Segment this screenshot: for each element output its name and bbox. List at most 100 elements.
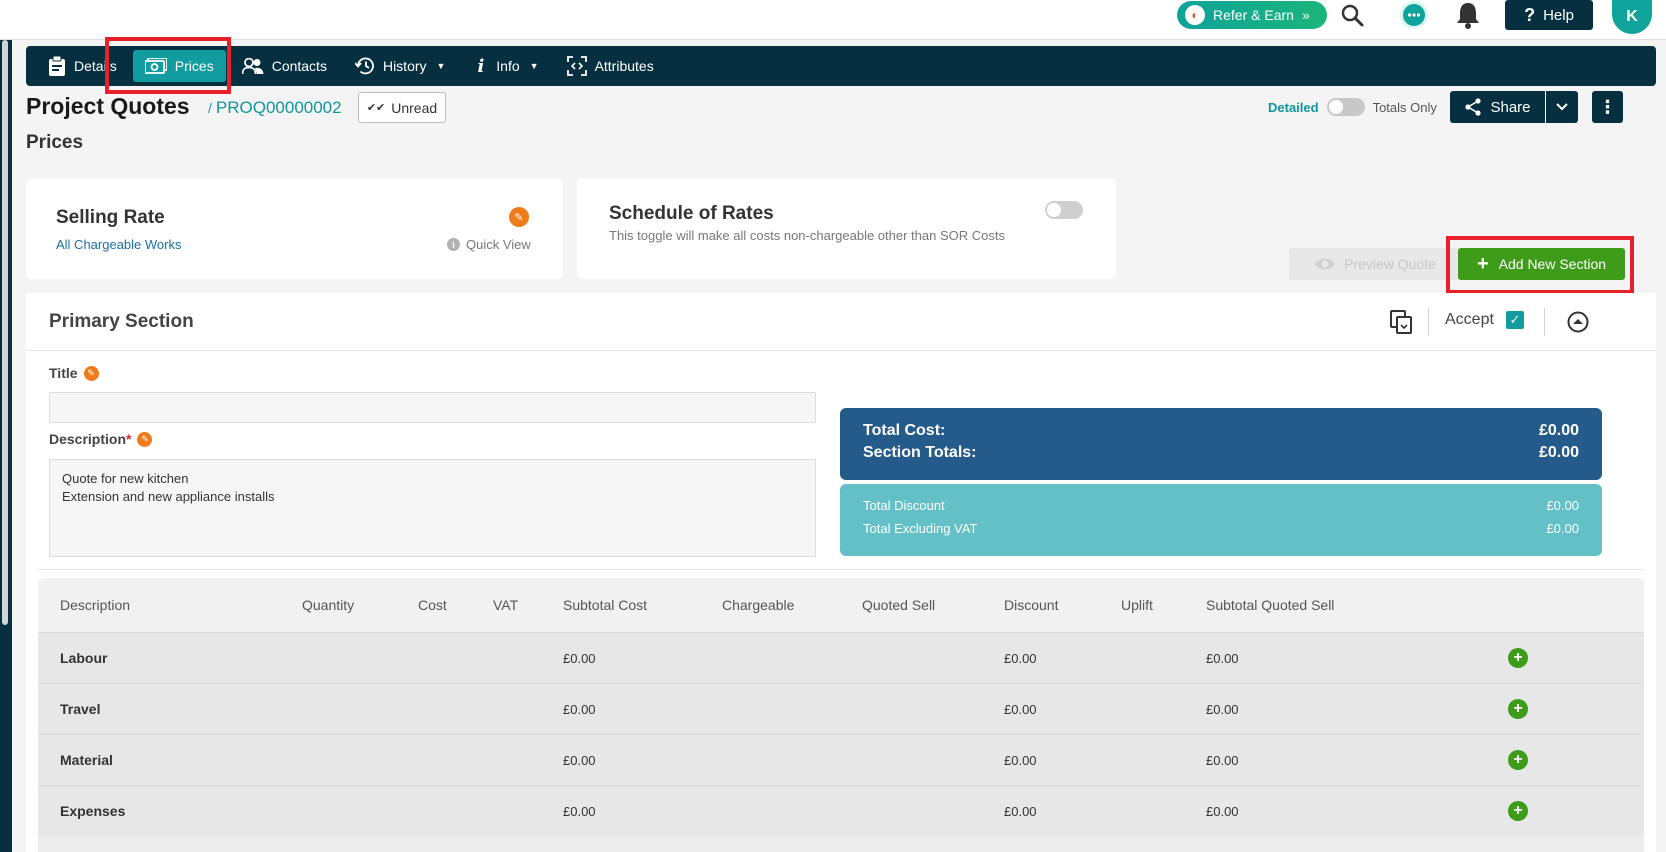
collapse-up-icon[interactable] — [1566, 310, 1590, 334]
table-row[interactable]: Travel £0.00 £0.00 £0.00 + — [38, 683, 1644, 734]
total-excl-vat-value: £0.00 — [1546, 521, 1579, 536]
column-header: Uplift — [1121, 597, 1153, 613]
table-row[interactable]: Labour £0.00 £0.00 £0.00 + — [38, 632, 1644, 683]
add-line-icon[interactable]: + — [1508, 801, 1528, 821]
page-title: Project Quotes — [26, 93, 190, 119]
chevron-down-icon — [1556, 103, 1568, 111]
tab-details[interactable]: Details — [36, 50, 129, 82]
total-discount-row: Total Discount £0.00 — [863, 498, 1579, 513]
info-icon: i — [477, 55, 485, 77]
total-cost-label: Total Cost: — [863, 422, 946, 439]
required-marker: * — [126, 431, 132, 447]
refer-and-earn-button[interactable]: ◐ Refer & Earn » — [1177, 1, 1327, 29]
row-description: Material — [60, 752, 113, 768]
info-circle-icon: i — [447, 238, 460, 251]
row-subtotal-quoted-sell: £0.00 — [1206, 650, 1239, 666]
tab-info[interactable]: i Info ▼ — [461, 50, 550, 82]
divider — [1428, 308, 1429, 336]
search-icon[interactable] — [1336, 0, 1368, 30]
column-header: Description — [60, 597, 131, 613]
quote-reference[interactable]: / PROQ00000002 — [208, 98, 342, 118]
tab-attributes[interactable]: Attributes — [555, 50, 666, 82]
tab-prices[interactable]: Prices — [132, 50, 226, 82]
section-divider — [38, 569, 1644, 570]
share-icon — [1465, 98, 1482, 116]
history-icon — [354, 57, 374, 75]
refer-logo-icon: ◐ — [1185, 5, 1205, 25]
share-button-group: Share — [1450, 91, 1578, 123]
copy-section-icon[interactable] — [1387, 308, 1415, 336]
toggle-detailed-label: Detailed — [1268, 99, 1319, 115]
total-excl-vat-row: Total Excluding VAT £0.00 — [863, 521, 1579, 536]
total-discount-label: Total Discount — [863, 498, 945, 513]
more-options-button[interactable]: ⋮ — [1592, 91, 1623, 123]
sor-toggle-switch[interactable] — [1045, 201, 1083, 219]
edit-pencil-icon[interactable]: ✎ — [509, 207, 529, 227]
detail-totals-switch[interactable] — [1326, 98, 1365, 116]
column-header: Subtotal Cost — [563, 597, 648, 613]
row-discount: £0.00 — [1004, 701, 1037, 717]
tab-attributes-label: Attributes — [594, 58, 654, 74]
chat-icon[interactable] — [1398, 0, 1430, 30]
share-dropdown-button[interactable] — [1546, 91, 1578, 123]
accept-control[interactable]: Accept ✓ — [1445, 311, 1524, 329]
edit-pencil-icon[interactable]: ✎ — [83, 365, 99, 381]
add-line-icon[interactable]: + — [1508, 750, 1528, 770]
table-row[interactable]: Expenses £0.00 £0.00 £0.00 + — [38, 785, 1644, 836]
add-new-section-button[interactable]: + Add New Section — [1458, 248, 1625, 280]
selling-rate-value[interactable]: All Chargeable Works — [56, 237, 181, 252]
row-subtotal-cost: £0.00 — [563, 752, 596, 768]
row-description: Expenses — [60, 803, 126, 819]
column-header: Quantity — [302, 597, 355, 613]
sor-description: This toggle will make all costs non-char… — [609, 228, 1005, 243]
accept-checkbox[interactable]: ✓ — [1505, 311, 1524, 329]
quick-view-link[interactable]: i Quick View — [447, 237, 531, 252]
kebab-icon: ⋮ — [1598, 96, 1617, 117]
breadcrumb-separator: / — [208, 100, 212, 116]
row-subtotal-cost: £0.00 — [563, 803, 596, 819]
column-header: Quoted Sell — [862, 597, 936, 613]
section-description-textarea[interactable]: Quote for new kitchen Extension and new … — [49, 459, 816, 557]
row-subtotal-quoted-sell: £0.00 — [1206, 752, 1239, 768]
question-icon: ? — [1524, 4, 1536, 25]
divider — [1544, 308, 1545, 336]
column-header: Discount — [1004, 597, 1059, 613]
tab-contacts-label: Contacts — [271, 58, 327, 74]
row-discount: £0.00 — [1004, 650, 1037, 666]
tab-contacts[interactable]: Contacts — [230, 50, 339, 82]
totals-summary-card: Total Cost: £0.00 Section Totals: £0.00 — [840, 408, 1602, 480]
quote-reference-text: PROQ00000002 — [215, 98, 342, 117]
help-button[interactable]: ? Help — [1505, 0, 1593, 30]
tab-history-label: History — [382, 58, 427, 74]
edit-pencil-icon[interactable]: ✎ — [137, 431, 153, 447]
double-chevron-icon: » — [1301, 7, 1310, 23]
add-line-icon[interactable]: + — [1508, 648, 1528, 668]
user-avatar[interactable]: K — [1612, 0, 1652, 34]
accept-label: Accept — [1445, 311, 1494, 328]
add-line-icon[interactable]: + — [1508, 699, 1528, 719]
caret-down-icon: ▼ — [436, 61, 446, 71]
price-breakdown-table: Description Quantity Cost VAT Subtotal C… — [38, 578, 1644, 852]
table-header-row: Description Quantity Cost VAT Subtotal C… — [38, 578, 1644, 632]
plus-icon: + — [1476, 253, 1489, 275]
table-row[interactable]: Material £0.00 £0.00 £0.00 + — [38, 734, 1644, 785]
share-button[interactable]: Share — [1450, 91, 1546, 123]
total-excl-vat-label: Total Excluding VAT — [863, 521, 978, 536]
tab-prices-label: Prices — [174, 58, 214, 74]
total-discount-value: £0.00 — [1546, 498, 1579, 513]
total-cost-value: £0.00 — [1538, 422, 1579, 439]
section-divider — [26, 350, 1656, 351]
unread-button[interactable]: ✔✔ Unread — [358, 92, 446, 123]
bell-icon[interactable] — [1452, 0, 1484, 30]
add-new-section-label: Add New Section — [1498, 256, 1607, 272]
sor-title: Schedule of Rates — [609, 203, 774, 224]
attributes-icon — [566, 56, 587, 76]
section-totals-label: Section Totals: — [863, 444, 977, 461]
left-scroll-strip — [0, 40, 12, 852]
tab-history[interactable]: History ▼ — [343, 50, 457, 82]
row-discount: £0.00 — [1004, 752, 1037, 768]
share-label: Share — [1490, 98, 1531, 116]
scrollbar-thumb[interactable] — [2, 40, 8, 625]
preview-quote-button[interactable]: Preview Quote — [1289, 248, 1461, 280]
section-title-input[interactable] — [49, 392, 816, 423]
